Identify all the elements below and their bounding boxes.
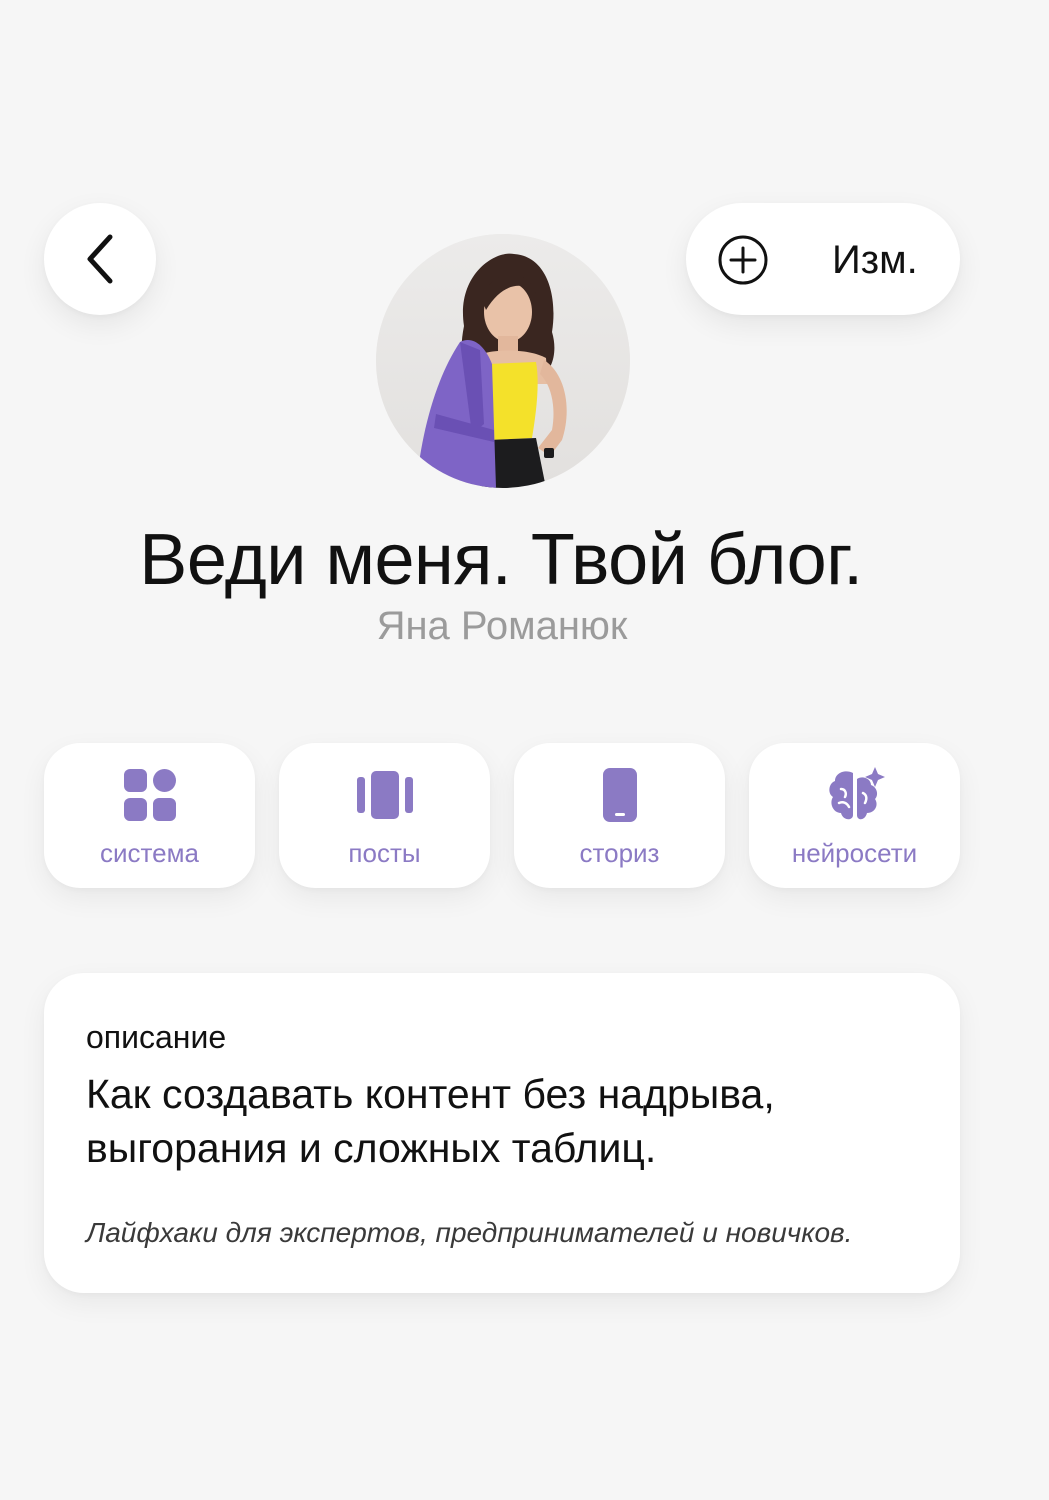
author-name: Яна Романюк	[376, 604, 628, 648]
category-label: посты	[348, 838, 421, 868]
description-note: Лайфхаки для экспертов, предпринимателей…	[86, 1217, 853, 1248]
description-heading: описание	[86, 1019, 227, 1055]
category-storiz[interactable]: сториз	[514, 743, 725, 888]
category-label: сториз	[579, 838, 660, 868]
avatar-photo	[376, 234, 630, 488]
brain-sparkle-icon	[828, 767, 885, 820]
avatar	[376, 234, 630, 488]
edit-button[interactable]: Изм.	[686, 203, 960, 315]
page-title: Веди меня. Твой блог.	[139, 520, 863, 600]
chevron-left-icon	[87, 234, 113, 284]
plus-circle-icon	[718, 235, 768, 285]
phone-icon	[602, 768, 637, 822]
carousel-icon	[356, 771, 413, 819]
description-text: Как создавать контент без надрыва, выгор…	[86, 1071, 775, 1171]
category-label: система	[100, 838, 199, 868]
back-button[interactable]	[44, 203, 156, 315]
category-label: нейросети	[791, 838, 918, 868]
category-sistema[interactable]: система	[44, 743, 255, 888]
category-posty[interactable]: посты	[279, 743, 490, 888]
description-card: описание Как создавать контент без надры…	[44, 973, 960, 1293]
edit-label: Изм.	[832, 238, 918, 282]
grid-icon	[123, 769, 176, 821]
category-neiroseti[interactable]: нейросети	[749, 743, 960, 888]
